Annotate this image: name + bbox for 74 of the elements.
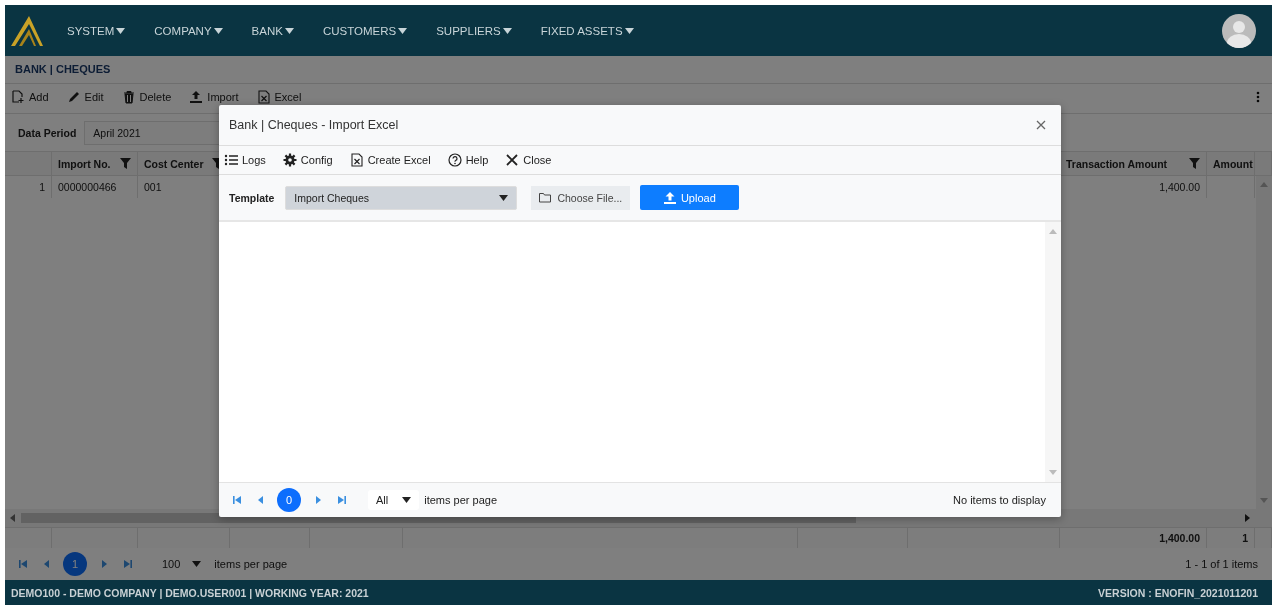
scroll-down-icon	[1260, 498, 1268, 503]
vertical-scrollbar[interactable]	[1256, 176, 1272, 509]
menu-item[interactable]: SUPPLIERS	[436, 24, 512, 37]
gear-icon	[282, 153, 297, 167]
page-title: BANK | CHEQUES	[5, 56, 1272, 84]
caret-icon	[192, 561, 202, 567]
table-cell: 0000000466	[52, 176, 138, 198]
column-header[interactable]: Amount	[1207, 152, 1255, 175]
table-cell: 1	[5, 176, 52, 198]
upload-icon	[663, 191, 676, 204]
menu-item[interactable]: FIXED ASSETS	[540, 24, 634, 37]
toolbar-button[interactable]: Help	[447, 153, 489, 167]
toolbar-button[interactable]: Close	[505, 153, 552, 167]
close-icon	[505, 153, 520, 167]
toolbar-button[interactable]: Add	[11, 89, 49, 104]
first-page-icon	[232, 495, 242, 505]
toolbar-button[interactable]: Config	[282, 153, 333, 167]
current-page-button[interactable]: 0	[277, 488, 301, 512]
pager-summary: No items to display	[953, 494, 1046, 506]
toolbar-button[interactable]: Excel	[256, 89, 302, 104]
toolbar-button[interactable]: Create Excel	[349, 153, 431, 167]
excel-file-icon	[349, 153, 364, 167]
status-text: DEMO100 - DEMO COMPANY | DEMO.USER001 | WORKING YEAR: 2021	[11, 586, 369, 599]
more-options-icon	[1256, 90, 1260, 103]
table-cell: 1	[1207, 528, 1255, 548]
toolbar-button[interactable]: Import	[189, 89, 239, 104]
scroll-left-icon	[10, 514, 15, 522]
close-icon	[1036, 120, 1046, 130]
caret-icon	[502, 27, 512, 34]
menu-item[interactable]: CUSTOMERS	[322, 24, 408, 37]
caret-icon	[284, 27, 294, 34]
trash-icon	[121, 89, 136, 104]
next-page-icon	[313, 495, 323, 505]
caret-icon	[402, 497, 412, 503]
items-per-page-label: items per page	[214, 558, 288, 570]
next-page-icon	[99, 559, 109, 569]
version-text: VERSION : ENOFIN_2021011201	[1098, 586, 1258, 599]
scroll-down-icon	[1049, 470, 1057, 475]
scroll-up-icon	[1049, 229, 1057, 234]
folder-icon	[539, 192, 553, 203]
items-per-page-label: items per page	[424, 494, 497, 506]
logo-icon	[9, 14, 45, 47]
toolbar-button[interactable]: Delete	[121, 89, 172, 104]
upload-icon	[189, 89, 204, 104]
add-file-icon	[11, 89, 25, 104]
caret-icon	[213, 27, 223, 34]
toolbar-button[interactable]: Edit	[66, 89, 104, 104]
caret-icon	[116, 27, 126, 34]
avatar-icon	[1222, 13, 1256, 48]
data-period-label: Data Period	[18, 126, 77, 139]
template-dropdown[interactable]: Import Cheques	[285, 185, 518, 210]
list-icon	[224, 153, 238, 167]
choose-file-button[interactable]: Choose File...	[531, 185, 631, 210]
pager-summary: 1 - 1 of 1 items	[1185, 558, 1258, 570]
excel-file-icon	[256, 89, 271, 104]
scroll-right-icon	[1245, 514, 1250, 522]
upload-button[interactable]: Upload	[640, 185, 740, 210]
help-icon	[447, 153, 462, 167]
table-cell: 1,400.00	[1060, 528, 1207, 548]
template-label: Template	[229, 191, 275, 204]
caret-icon	[624, 27, 634, 34]
vertical-scrollbar[interactable]	[1045, 222, 1061, 482]
scroll-up-icon	[1260, 182, 1268, 187]
caret-icon	[499, 194, 509, 201]
page-size-dropdown[interactable]: All	[368, 490, 420, 510]
column-header[interactable]: Import No.	[52, 152, 138, 175]
menu-item[interactable]: COMPANY	[154, 24, 223, 37]
last-page-icon	[336, 495, 346, 505]
caret-icon	[398, 27, 408, 34]
menu-item[interactable]: BANK	[251, 24, 294, 37]
last-page-icon	[122, 559, 132, 569]
first-page-icon	[18, 559, 28, 569]
pencil-icon	[66, 89, 81, 104]
menu-item[interactable]: SYSTEM	[67, 24, 126, 37]
